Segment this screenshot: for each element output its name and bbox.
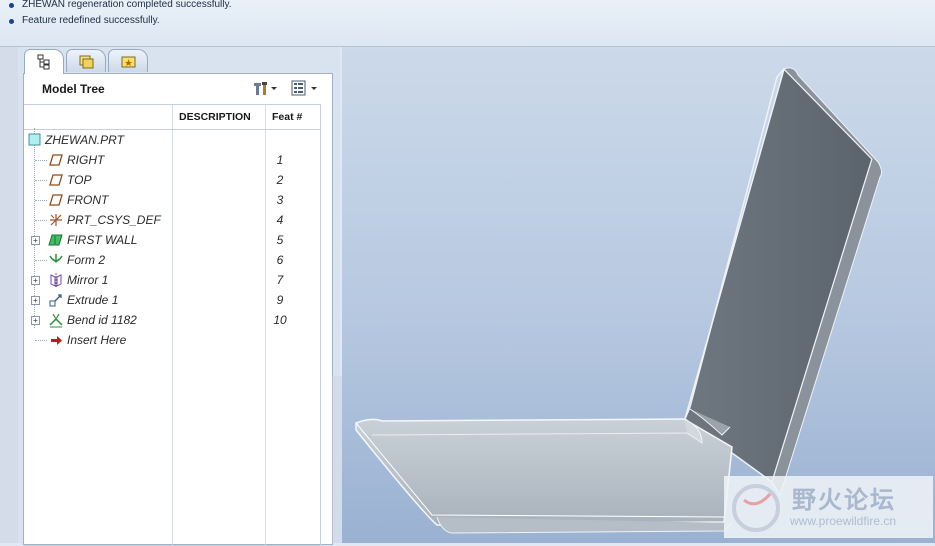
model-tree-box: Model Tree DESCRIPTION Feat # ZHEWAN.PRT… [23,73,333,546]
watermark-text: 野火论坛 [792,487,896,514]
column-header-row: DESCRIPTION Feat # [24,105,320,130]
sheetmetal-part-model [355,67,883,534]
model-tree-title: Model Tree [42,82,105,96]
tab-favorites[interactable] [108,49,148,72]
message-area: ZHEWAN regeneration completed successful… [0,0,935,47]
message-line: Feature redefined successfully. [9,15,160,26]
tree-row-first-wall[interactable]: + FIRST WALL 5 [24,230,320,250]
column-header-feat[interactable]: Feat # [272,111,302,123]
insert-arrow-icon [48,332,64,353]
tab-model-tree[interactable] [24,49,64,74]
message-line: ZHEWAN regeneration completed successful… [9,0,232,10]
expand-toggle-icon[interactable]: + [31,316,40,325]
message-bullet-icon [9,19,14,24]
part-icon [28,132,42,151]
tree-show-button[interactable] [290,79,320,97]
tools-icon [254,82,277,95]
tree-settings-button[interactable] [252,79,280,97]
graphics-viewport[interactable] [342,47,935,543]
watermark-url: www.proewildfire.cn [790,514,897,528]
tree-row-right[interactable]: RIGHT 1 [24,150,320,170]
navigator-strip [0,47,19,543]
tree-row-top[interactable]: TOP 2 [24,170,320,190]
tree-row-form[interactable]: Form 2 6 [24,250,320,270]
tree-row-csys[interactable]: PRT_CSYS_DEF 4 [24,210,320,230]
expand-toggle-icon[interactable]: + [31,236,40,245]
expand-toggle-icon[interactable]: + [31,296,40,305]
expand-toggle-icon[interactable]: + [31,276,40,285]
favorites-tab-icon [121,56,136,68]
folder-browser-tab-icon [79,55,94,69]
navigator-panel: Model Tree DESCRIPTION Feat # ZHEWAN.PRT… [18,47,340,546]
list-settings-icon [291,80,317,96]
model-tree-grid: DESCRIPTION Feat # ZHEWAN.PRT RIGHT 1 TO… [24,104,321,546]
tree-row-front[interactable]: FRONT 3 [24,190,320,210]
tab-folder-browser[interactable] [66,49,106,72]
forum-watermark: 野火论坛 www.proewildfire.cn [724,476,933,538]
tree-row-bend[interactable]: + Bend id 1182 10 [24,310,320,330]
column-header-description[interactable]: DESCRIPTION [179,111,251,123]
tree-row-extrude[interactable]: + Extrude 1 9 [24,290,320,310]
tree-root-row[interactable]: ZHEWAN.PRT [24,130,320,150]
tree-row-mirror[interactable]: + Mirror 1 7 [24,270,320,290]
model-tree-tab-icon [37,54,50,70]
message-bullet-icon [9,3,14,8]
butterfly-logo-icon [732,484,780,532]
tree-row-insert-here[interactable]: Insert Here [24,330,320,350]
